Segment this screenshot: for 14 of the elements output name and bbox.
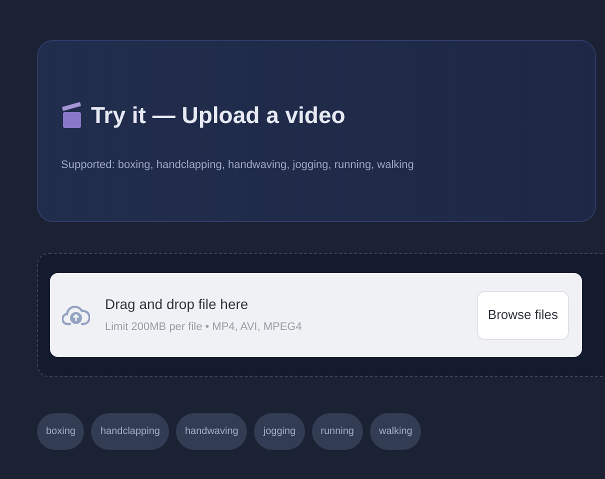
- browse-files-button[interactable]: Browse files: [476, 290, 569, 340]
- action-tag: boxing: [37, 413, 84, 450]
- hero-subtitle: Supported: boxing, handclapping, handwaving, jogging, running, walking: [61, 158, 415, 172]
- action-tag: walking: [370, 413, 422, 450]
- clapperboard-icon: [61, 101, 83, 130]
- action-tag: jogging: [254, 413, 305, 450]
- action-tag: running: [312, 413, 363, 450]
- action-tag: handclapping: [91, 413, 169, 450]
- upload-panel[interactable]: Drag and drop file here Limit 200MB per file • MP4, AVI, MPEG4 Browse files: [50, 273, 582, 357]
- file-limit-text: Limit 200MB per file • MP4, AVI, MPEG4: [105, 320, 303, 336]
- hero-title: Try it — Upload a video: [91, 101, 346, 130]
- drop-instruction: Drag and drop file here: [105, 295, 250, 314]
- cloud-upload-icon: [62, 303, 90, 327]
- action-tag: handwaving: [176, 413, 248, 450]
